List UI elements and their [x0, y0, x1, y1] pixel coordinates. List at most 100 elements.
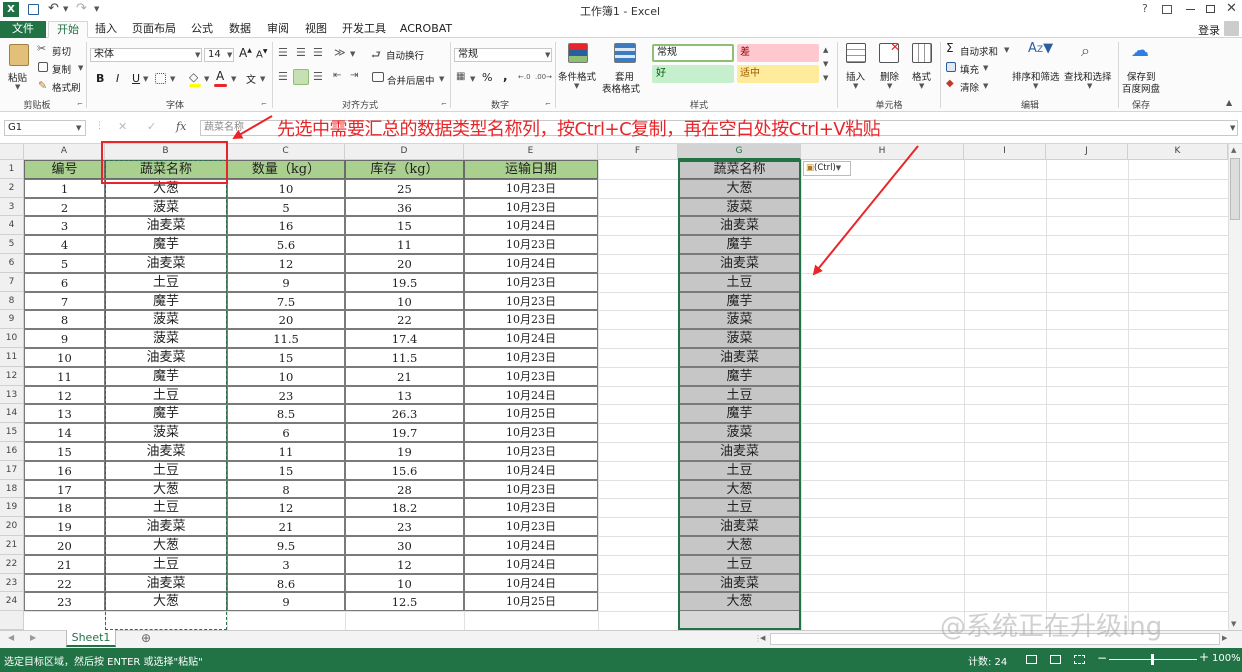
table-cell[interactable]: 8.5: [227, 404, 345, 424]
table-cell[interactable]: 10月23日: [464, 498, 598, 518]
borders-icon[interactable]: [155, 73, 166, 84]
middle-align-icon[interactable]: ☰: [296, 46, 306, 59]
find-select-dropdown-icon[interactable]: ▼: [1087, 82, 1092, 90]
number-format-select[interactable]: 常规: [454, 48, 552, 62]
row-header[interactable]: 24: [0, 592, 24, 612]
table-cell[interactable]: 16: [24, 460, 105, 480]
customize-qat-icon[interactable]: ▼: [94, 5, 99, 13]
next-sheet-icon[interactable]: ▶: [30, 633, 36, 642]
scrollbar-thumb[interactable]: [1230, 158, 1240, 220]
table-cell[interactable]: 15: [227, 460, 345, 480]
table-cell[interactable]: 28: [345, 479, 464, 499]
table-cell[interactable]: 11.5: [345, 348, 464, 367]
align-right-icon[interactable]: ☰: [313, 70, 323, 83]
table-cell[interactable]: 10月23日: [464, 348, 598, 367]
minimize-icon[interactable]: [1186, 9, 1195, 10]
align-left-icon[interactable]: ☰: [278, 70, 288, 83]
autosum-dropdown-icon[interactable]: ▼: [1004, 46, 1009, 54]
percent-button[interactable]: %: [482, 71, 492, 84]
table-cell[interactable]: 18: [24, 498, 105, 518]
merge-center-icon[interactable]: [372, 72, 384, 82]
styles-more-icon[interactable]: ▼: [823, 74, 828, 82]
table-cell[interactable]: 13: [24, 404, 105, 424]
sort-filter-button[interactable]: 排序和筛选: [1012, 69, 1060, 83]
conditional-format-button[interactable]: 条件格式: [558, 69, 596, 83]
sheet-tab-sheet1[interactable]: Sheet1: [66, 630, 116, 647]
prev-sheet-icon[interactable]: ◀: [8, 633, 14, 642]
table-cell[interactable]: 15: [24, 442, 105, 461]
row-header[interactable]: 23: [0, 573, 24, 593]
restore-icon[interactable]: [1206, 5, 1215, 13]
increase-indent-icon[interactable]: ⇥: [350, 70, 358, 81]
avatar-icon[interactable]: [1224, 21, 1239, 36]
table-cell[interactable]: 10月23日: [464, 291, 598, 311]
wrap-text-icon[interactable]: ⮐: [371, 46, 381, 65]
format-dropdown-icon[interactable]: ▼: [919, 82, 924, 90]
clear-icon[interactable]: ◆: [946, 78, 954, 89]
merge-center-button[interactable]: 合并后居中: [387, 73, 435, 87]
decrease-indent-icon[interactable]: ⇤: [333, 70, 341, 81]
table-cell[interactable]: 10月24日: [464, 329, 598, 348]
format-cells-button[interactable]: 格式: [912, 69, 931, 83]
zoom-slider-thumb[interactable]: [1151, 654, 1154, 665]
paste-dropdown-icon[interactable]: ▼: [15, 83, 20, 91]
accounting-dropdown-icon[interactable]: ▼: [470, 75, 475, 83]
table-cell[interactable]: 22: [24, 573, 105, 593]
table-cell[interactable]: 12: [345, 554, 464, 574]
table-cell[interactable]: 10: [345, 573, 464, 593]
styles-scroll-up-icon[interactable]: ▲: [823, 46, 828, 54]
autosum-button[interactable]: 自动求和: [960, 44, 998, 58]
tab-home[interactable]: 开始: [48, 21, 88, 38]
table-cell[interactable]: 10月23日: [464, 423, 598, 442]
decrease-decimal-icon[interactable]: .00→: [535, 73, 552, 81]
merge-dropdown-icon[interactable]: ▼: [439, 75, 444, 83]
font-name-dropdown-icon[interactable]: ▼: [195, 51, 200, 59]
table-cell[interactable]: 11: [227, 442, 345, 461]
scroll-up-icon[interactable]: ▲: [1231, 146, 1236, 154]
table-cell[interactable]: 11.5: [227, 329, 345, 348]
table-cell[interactable]: 13: [345, 385, 464, 405]
table-cell[interactable]: 26.3: [345, 404, 464, 424]
row-header[interactable]: 19: [0, 498, 24, 518]
format-as-table-button-line2[interactable]: 表格格式: [602, 81, 640, 95]
insert-cells-button[interactable]: 插入: [846, 69, 865, 83]
wrap-text-button[interactable]: 自动换行: [386, 48, 424, 62]
style-neutral[interactable]: 适中: [737, 65, 819, 83]
table-cell[interactable]: 7: [24, 291, 105, 311]
row-header[interactable]: 18: [0, 479, 24, 499]
row-header[interactable]: 13: [0, 385, 24, 405]
accounting-icon[interactable]: ▦: [456, 71, 465, 82]
table-cell[interactable]: 10: [345, 291, 464, 311]
orientation-dropdown-icon[interactable]: ▼: [350, 50, 355, 58]
tab-data[interactable]: 数据: [224, 21, 256, 38]
find-select-button[interactable]: 查找和选择: [1064, 69, 1112, 83]
row-header[interactable]: 16: [0, 442, 24, 461]
undo-dropdown-icon[interactable]: ▼: [63, 5, 68, 13]
table-cell[interactable]: 10月25日: [464, 404, 598, 424]
baidu-cloud-icon[interactable]: ☁: [1131, 40, 1149, 61]
font-size-dropdown-icon[interactable]: ▼: [227, 51, 232, 59]
table-cell[interactable]: 9.5: [227, 536, 345, 555]
table-cell[interactable]: 10月23日: [464, 517, 598, 536]
borders-dropdown-icon[interactable]: ▼: [170, 75, 175, 83]
clear-button[interactable]: 清除: [960, 80, 979, 94]
underline-button[interactable]: U: [132, 72, 140, 85]
table-cell[interactable]: 30: [345, 536, 464, 555]
new-sheet-button[interactable]: ⊕: [141, 631, 151, 645]
comma-button[interactable]: ,: [503, 69, 508, 83]
find-select-icon[interactable]: ⌕: [1081, 41, 1090, 61]
sort-filter-icon[interactable]: AZ▼: [1028, 41, 1053, 56]
row-header[interactable]: 12: [0, 366, 24, 386]
table-cell[interactable]: 12: [24, 385, 105, 405]
top-align-icon[interactable]: ☰: [278, 46, 288, 59]
table-cell[interactable]: 8: [24, 310, 105, 330]
align-center-icon[interactable]: [293, 69, 309, 85]
format-cells-icon[interactable]: [912, 43, 932, 63]
fill-icon[interactable]: [946, 62, 956, 72]
tab-insert[interactable]: 插入: [90, 21, 122, 38]
orientation-icon[interactable]: ≫: [334, 46, 346, 59]
table-cell[interactable]: 15: [227, 348, 345, 367]
conditional-format-dropdown-icon[interactable]: ▼: [574, 82, 579, 90]
table-cell[interactable]: 23: [24, 592, 105, 612]
bottom-align-icon[interactable]: ☰: [313, 46, 323, 59]
